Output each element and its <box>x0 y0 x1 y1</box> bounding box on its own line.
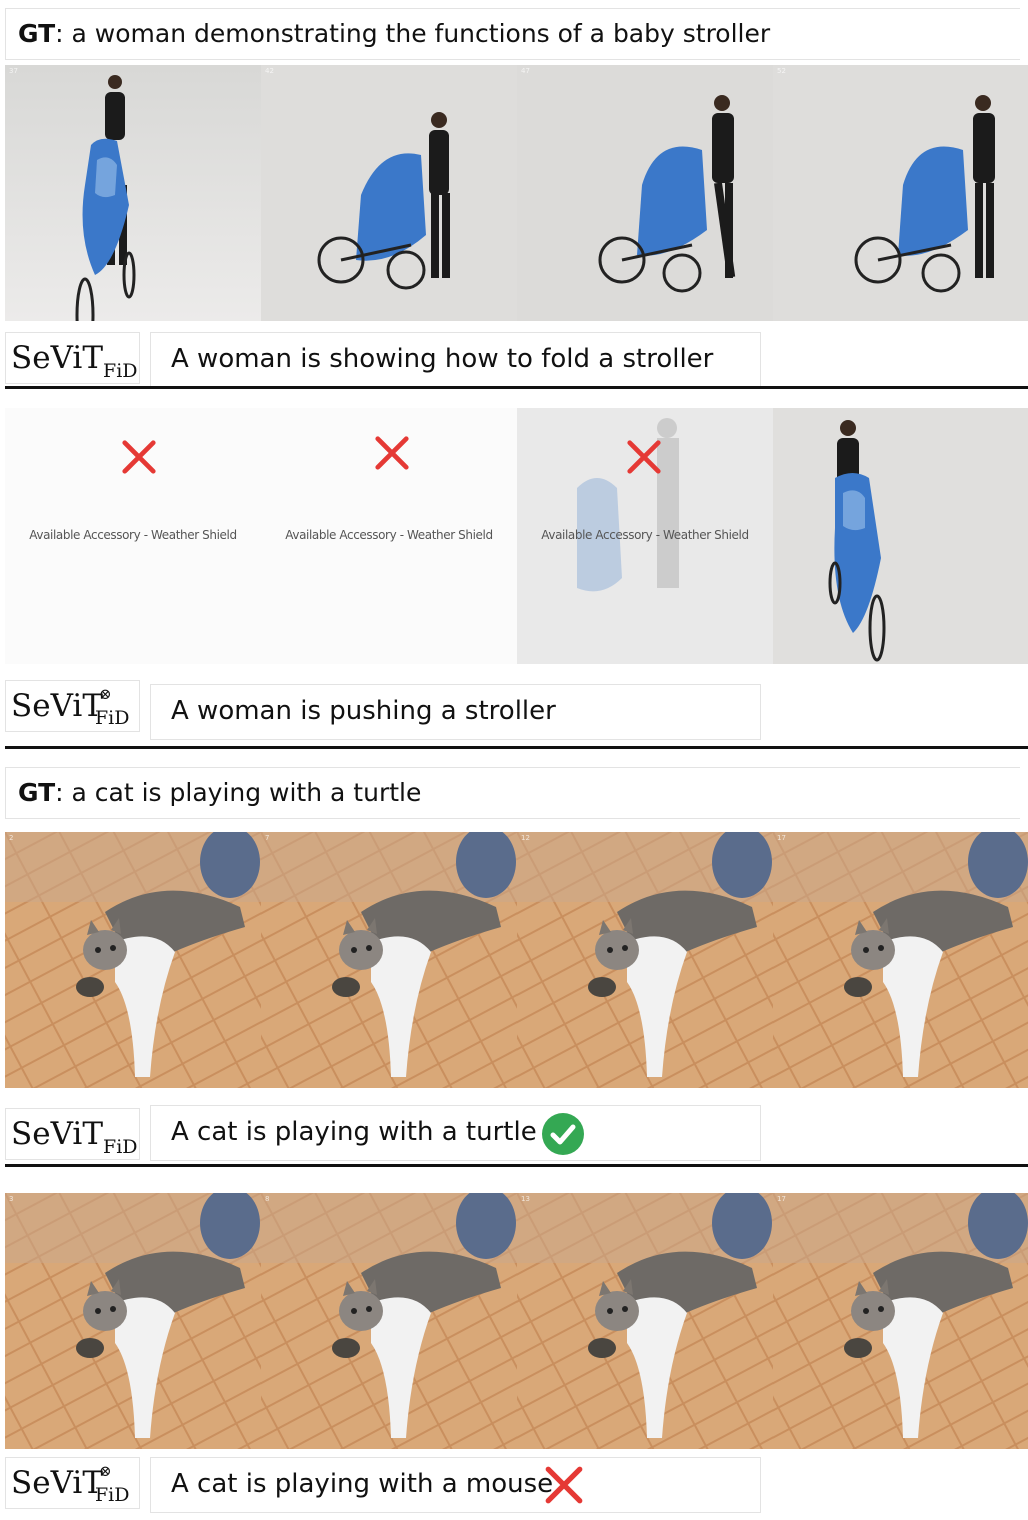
frame-text: Available Accessory - Weather Shield <box>541 528 749 542</box>
red-cross-icon <box>375 436 409 470</box>
generated-caption: A cat is playing with a mouse <box>150 1457 761 1513</box>
model-name: SeViT <box>11 1116 104 1152</box>
red-cross-icon <box>545 1466 583 1504</box>
stroller-frames-strip: 37 42 47 52 <box>5 65 1028 321</box>
cat-frames-strip-b: 3 8 13 17 <box>5 1193 1028 1449</box>
divider <box>5 386 1028 389</box>
video-frame: 37 <box>5 65 261 321</box>
frame-number: 2 <box>9 834 14 842</box>
frame-text: Available Accessory - Weather Shield <box>285 528 493 542</box>
frame-number: 42 <box>265 67 274 75</box>
frame-number: 13 <box>521 1195 530 1203</box>
video-frame: Available Accessory - Weather Shield <box>517 408 773 664</box>
video-frame: Available Accessory - Weather Shield <box>261 408 517 664</box>
cat-frames-strip-a: 2 7 12 17 <box>5 832 1028 1088</box>
video-frame: 13 <box>517 1193 773 1449</box>
model-label-sevit-fid: SeViTFiD <box>5 332 140 384</box>
divider <box>5 746 1028 749</box>
model-subscript: FiD <box>95 707 130 729</box>
video-frame <box>773 408 1028 664</box>
model-subscript: FiD <box>103 1136 138 1158</box>
video-frame: 47 <box>517 65 773 321</box>
video-frame: 17 <box>773 1193 1028 1449</box>
green-check-icon <box>542 1113 584 1155</box>
frame-number: 12 <box>521 834 530 842</box>
frame-number: 3 <box>9 1195 14 1203</box>
gt-text: : a woman demonstrating the functions of… <box>55 19 771 48</box>
video-frame: 17 <box>773 832 1028 1088</box>
video-frame: 42 <box>261 65 517 321</box>
gt-text: : a cat is playing with a turtle <box>55 778 422 807</box>
video-frame: 3 <box>5 1193 261 1449</box>
frame-text: Available Accessory - Weather Shield <box>29 528 237 542</box>
gt-caption-1: GT: a woman demonstrating the functions … <box>5 8 1020 60</box>
video-frame: 7 <box>261 832 517 1088</box>
model-subscript: FiD <box>103 360 138 382</box>
gt-caption-2: GT: a cat is playing with a turtle <box>5 767 1020 819</box>
model-name: SeViT <box>11 1465 104 1501</box>
red-cross-icon <box>122 440 156 474</box>
video-frame: Available Accessory - Weather Shield <box>5 408 261 664</box>
frame-number: 47 <box>521 67 530 75</box>
video-frame: 12 <box>517 832 773 1088</box>
frame-number: 17 <box>777 834 786 842</box>
model-label-sevit-fid-otimes: SeViT ⊗ FiD <box>5 1457 140 1509</box>
divider <box>5 1164 1028 1167</box>
red-cross-icon <box>627 440 661 474</box>
generated-caption: A woman is showing how to fold a strolle… <box>150 332 761 388</box>
caption-text: A cat is playing with a mouse <box>171 1469 554 1499</box>
frame-number: 52 <box>777 67 786 75</box>
generated-caption: A woman is pushing a stroller <box>150 684 761 740</box>
frame-number: 17 <box>777 1195 786 1203</box>
video-frame: 8 <box>261 1193 517 1449</box>
video-frame: 52 <box>773 65 1028 321</box>
frame-number: 8 <box>265 1195 270 1203</box>
generated-caption: A cat is playing with a turtle <box>150 1105 761 1161</box>
frame-number: 37 <box>9 67 18 75</box>
video-frame: 2 <box>5 832 261 1088</box>
model-label-sevit-fid-otimes: SeViT ⊗ FiD <box>5 680 140 732</box>
frame-number: 7 <box>265 834 270 842</box>
model-name: SeViT <box>11 340 104 376</box>
model-label-sevit-fid: SeViTFiD <box>5 1108 140 1160</box>
model-name: SeViT <box>11 688 104 724</box>
selected-frames-strip: Available Accessory - Weather Shield Ava… <box>5 408 1028 664</box>
gt-prefix: GT <box>18 778 56 807</box>
gt-prefix: GT <box>18 19 56 48</box>
caption-text: A cat is playing with a turtle <box>171 1117 537 1147</box>
